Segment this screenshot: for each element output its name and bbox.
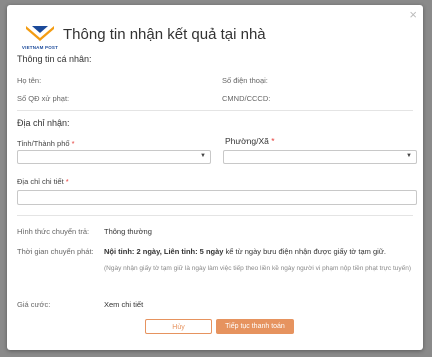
detail-address-input[interactable]: [17, 190, 417, 205]
modal-title: Thông tin nhận kết quả tại nhà: [63, 26, 266, 43]
delivery-method-label: Hình thức chuyển trả:: [17, 227, 90, 236]
delivery-info-modal: × VIETNAM POST Thông tin nhận kết quả tạ…: [7, 5, 423, 350]
personal-info-heading: Thông tin cá nhân:: [17, 54, 92, 64]
cancel-button[interactable]: Hủy: [145, 319, 212, 334]
fee-label: Giá cước:: [17, 300, 51, 309]
province-select[interactable]: ▼: [17, 150, 211, 164]
delivery-time-note: (Ngày nhận giấy tờ tạm giữ là ngày làm v…: [104, 265, 412, 272]
ward-label: Phường/Xã *: [225, 136, 275, 146]
address-heading: Địa chỉ nhận:: [17, 118, 70, 128]
name-label: Họ tên:: [17, 76, 42, 85]
delivery-time-label: Thời gian chuyển phát:: [17, 247, 94, 256]
delivery-method-value: Thông thường: [104, 227, 152, 236]
chevron-down-icon: ▼: [200, 153, 206, 159]
chevron-down-icon: ▼: [406, 153, 412, 159]
continue-payment-button[interactable]: Tiếp tục thanh toán: [216, 319, 294, 334]
phone-label: Số điện thoại:: [222, 76, 268, 85]
delivery-time-value: Nội tỉnh: 2 ngày, Liên tỉnh: 5 ngày kể t…: [104, 247, 386, 256]
detail-address-label: Địa chỉ chi tiết *: [17, 177, 69, 186]
logo-text: VIETNAM POST: [21, 45, 59, 50]
divider: [17, 110, 413, 111]
id-card-label: CMND/CCCD:: [222, 94, 271, 103]
fee-details-link[interactable]: Xem chi tiết: [104, 300, 143, 309]
divider: [17, 215, 413, 216]
decision-number-label: Số QĐ xử phạt:: [17, 94, 70, 103]
ward-select[interactable]: ▼: [223, 150, 417, 164]
province-label: Tỉnh/Thành phố *: [17, 139, 75, 148]
close-icon[interactable]: ×: [409, 8, 417, 21]
